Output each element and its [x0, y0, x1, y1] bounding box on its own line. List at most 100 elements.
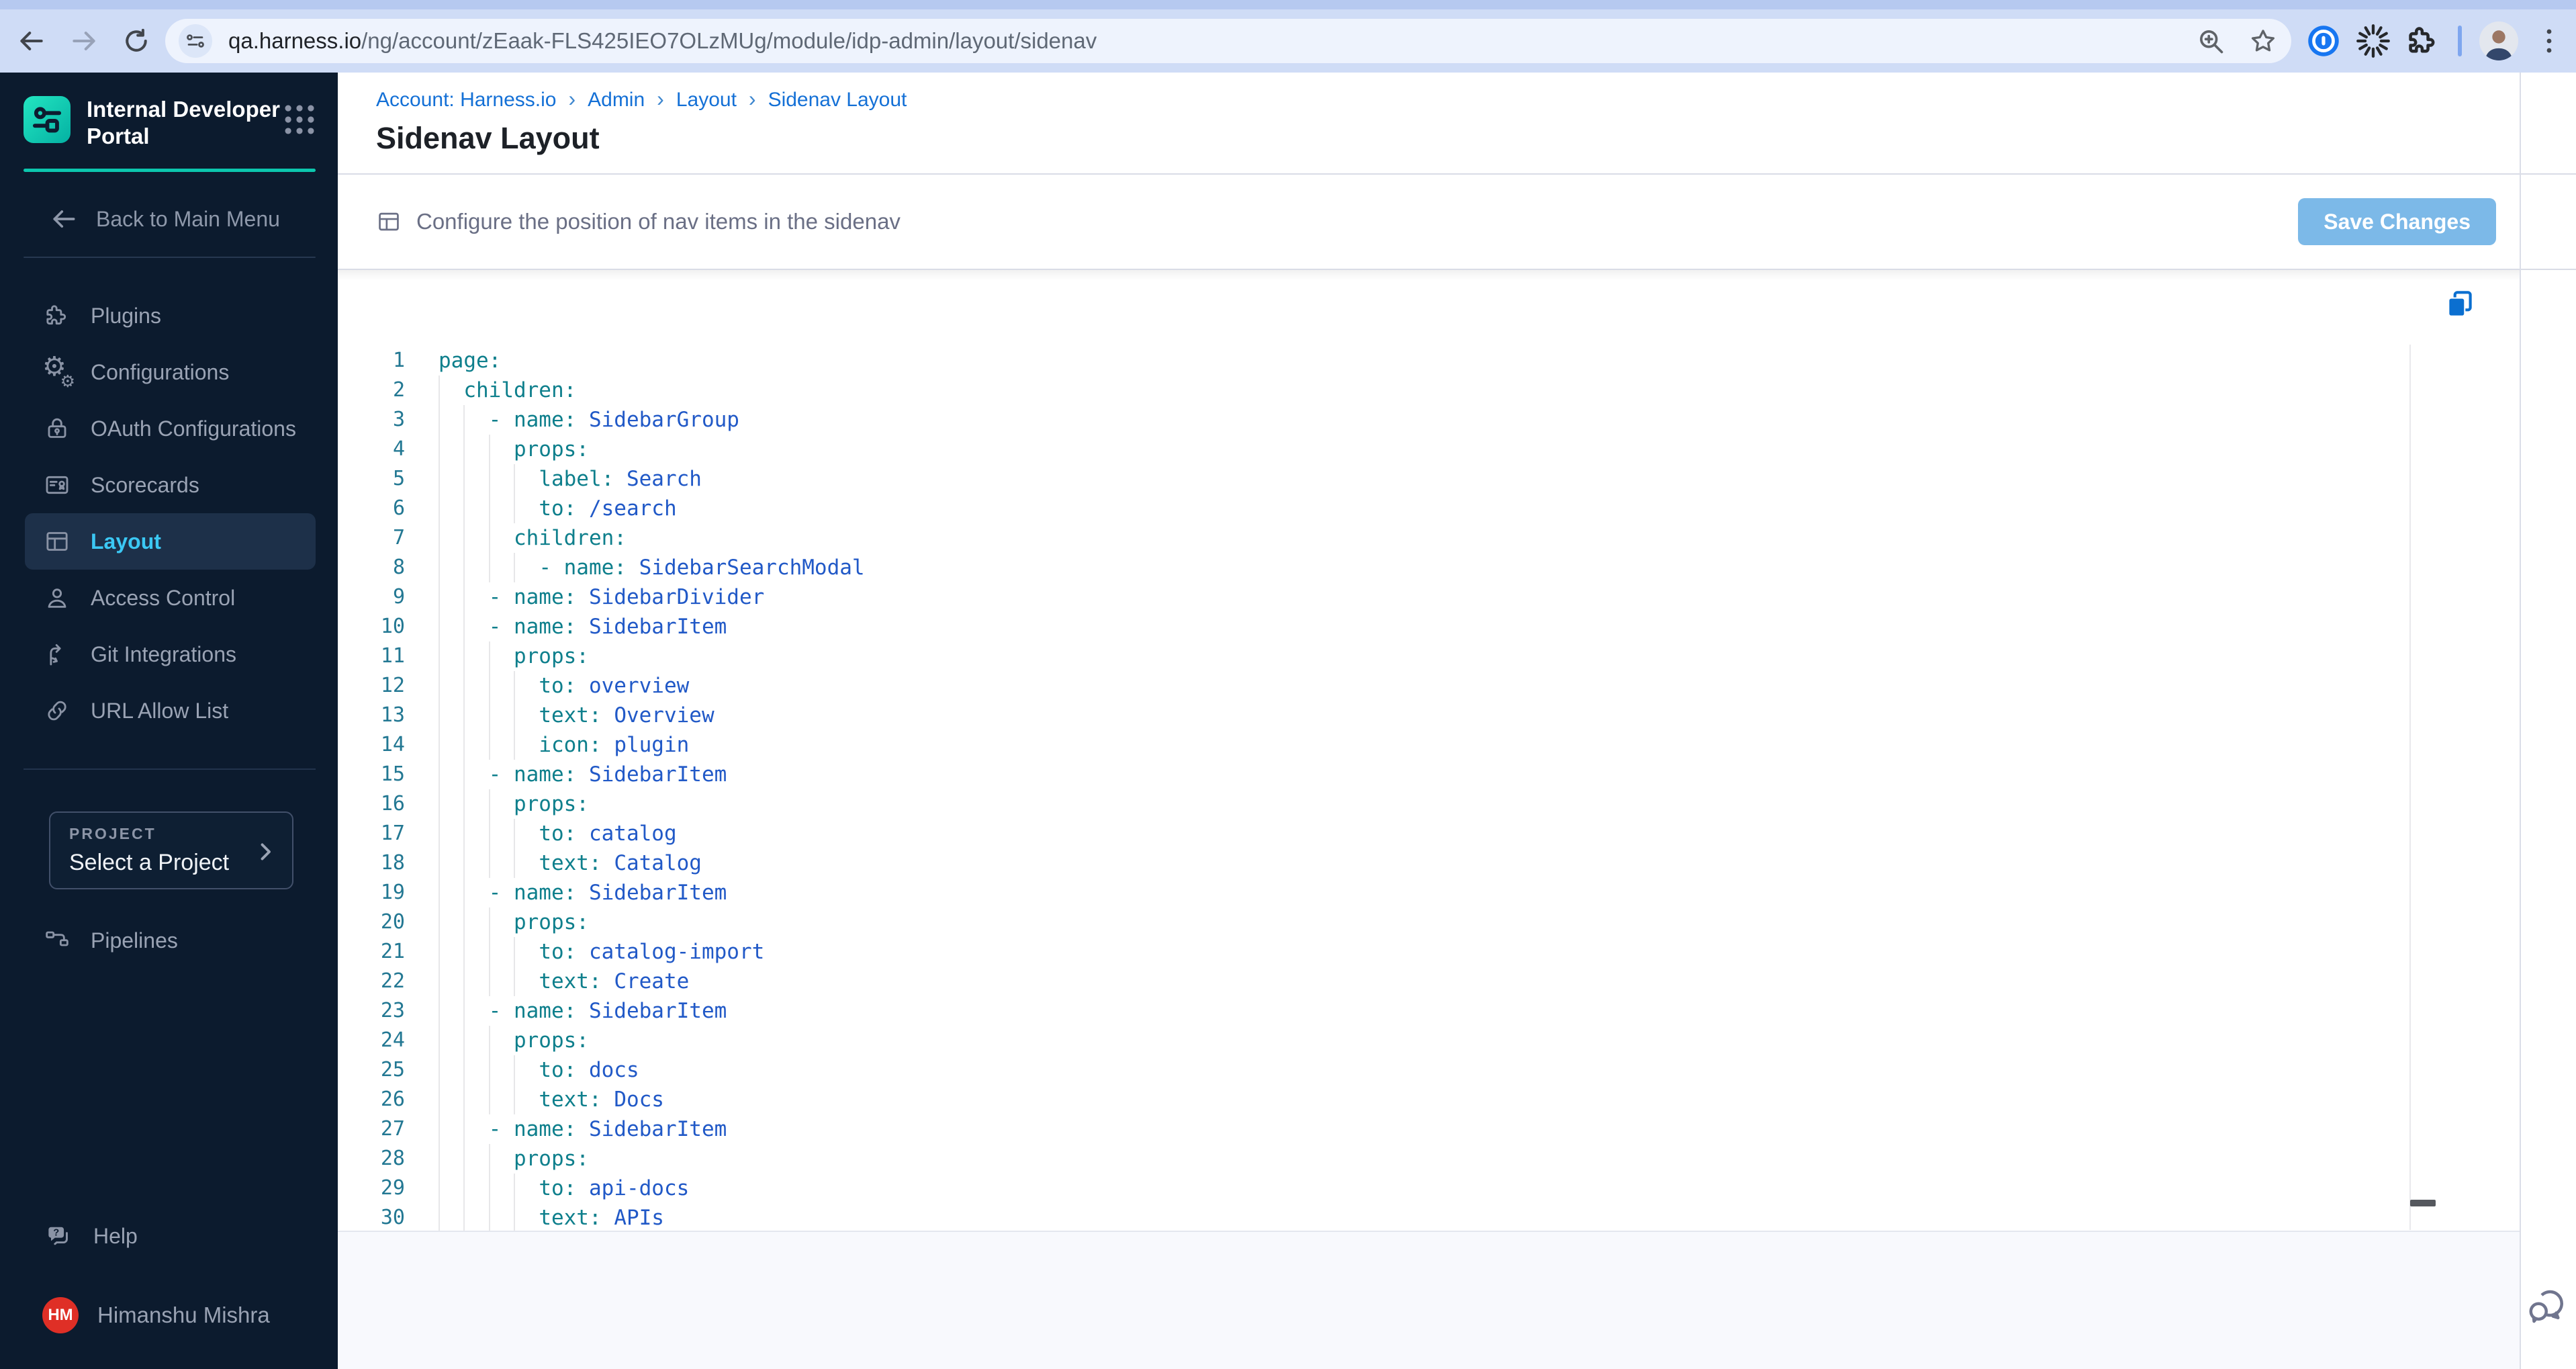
browser-forward-button[interactable] [60, 17, 107, 64]
line-number: 8 [392, 556, 405, 579]
loading-extension-icon[interactable] [2356, 24, 2391, 58]
indent-guide [488, 1055, 490, 1085]
url-bar[interactable]: qa.harness.io/ng/account/zEaak-FLS425IEO… [165, 19, 2291, 63]
copy-icon[interactable] [2443, 288, 2477, 321]
line-number: 24 [380, 1028, 405, 1052]
code-row: 24 props: [338, 1026, 2576, 1055]
help-label: Help [93, 1223, 138, 1248]
indent-guide [463, 1114, 465, 1144]
indent-guide [439, 1114, 440, 1144]
sidebar-item-access-control[interactable]: Access Control [25, 570, 316, 626]
help-button[interactable]: ? Help [44, 1216, 338, 1256]
sidebar-item-pipelines[interactable]: Pipelines [44, 920, 338, 961]
line-number: 28 [380, 1147, 405, 1170]
sidebar-item-label: Plugins [91, 303, 161, 328]
code-row: 13 text: Overview [338, 701, 2576, 730]
chevron-right-icon [253, 840, 277, 864]
app-grid-icon[interactable] [280, 100, 319, 139]
indent-guide [463, 494, 465, 523]
indent-guide [513, 1203, 515, 1231]
bookmark-star-icon[interactable] [2248, 26, 2278, 56]
sidebar-item-url-allow-list[interactable]: URL Allow List [25, 682, 316, 739]
browser-profile-avatar[interactable] [2479, 21, 2518, 60]
line-number: 9 [392, 585, 405, 609]
indent-guide [439, 1144, 440, 1174]
breadcrumb-separator: › [657, 86, 664, 111]
indent-guide [513, 494, 515, 523]
browser-back-button[interactable] [8, 17, 55, 64]
code-row: 18 text: Catalog [338, 848, 2576, 878]
profile-photo-icon [2479, 21, 2518, 60]
browser-menu-icon[interactable] [2533, 25, 2565, 57]
breadcrumb-item[interactable]: Account: Harness.io [376, 89, 556, 112]
indent-guide [463, 789, 465, 819]
indent-guide [488, 1203, 490, 1231]
sidebar-item-label: Layout [91, 529, 161, 554]
indent-guide [513, 1055, 515, 1085]
save-changes-button[interactable]: Save Changes [2298, 198, 2496, 245]
line-number: 30 [380, 1206, 405, 1229]
breadcrumb-item[interactable]: Layout [676, 89, 737, 112]
indent-guide [439, 878, 440, 908]
indent-guide [439, 908, 440, 937]
breadcrumb-item[interactable]: Sidenav Layout [768, 89, 907, 112]
indent-guide [488, 553, 490, 582]
line-number: 14 [380, 733, 405, 756]
code-row: 12 to: overview [338, 671, 2576, 701]
indent-guide [488, 908, 490, 937]
line-number: 7 [392, 526, 405, 549]
code-row: 8 - name: SidebarSearchModal [338, 553, 2576, 582]
back-to-main-menu[interactable]: Back to Main Menu [49, 199, 338, 239]
config-bar: Configure the position of nav items in t… [338, 175, 2576, 270]
code-row: 5 label: Search [338, 464, 2576, 494]
indent-guide [463, 523, 465, 553]
sidebar-item-configurations[interactable]: ⚙ ⚙ Configurations [25, 344, 316, 400]
code-area: 1 page: 2 children: 3 - name: SidebarGroup 4… [338, 270, 2576, 1231]
browser-reload-button[interactable] [113, 17, 160, 64]
onepassword-extension-icon[interactable] [2306, 24, 2341, 58]
indent-guide [439, 1203, 440, 1231]
sidebar-item-scorecards[interactable]: Scorecards [25, 457, 316, 513]
indent-guide [439, 464, 440, 494]
config-description-text: Configure the position of nav items in t… [416, 209, 901, 234]
sidebar-item-layout[interactable]: Layout [25, 513, 316, 570]
indent-guide [513, 701, 515, 730]
sidebar-item-label: OAuth Configurations [91, 416, 296, 441]
indent-guide [439, 996, 440, 1026]
line-number: 18 [380, 851, 405, 875]
user-profile[interactable]: HM Himanshu Mishra [42, 1295, 338, 1335]
line-number: 3 [392, 408, 405, 431]
indent-guide [488, 642, 490, 671]
indent-guide [488, 671, 490, 701]
line-number: 22 [380, 969, 405, 993]
indent-guide [463, 760, 465, 789]
sidebar-item-git-integrations[interactable]: Git Integrations [25, 626, 316, 682]
line-number: 29 [380, 1176, 405, 1200]
line-number: 5 [392, 467, 405, 490]
project-selector[interactable]: PROJECT Select a Project [49, 811, 293, 889]
yaml-editor[interactable]: 1 page: 2 children: 3 - name: SidebarGroup 4… [338, 270, 2576, 1231]
indent-guide [439, 435, 440, 464]
forward-icon [69, 26, 99, 56]
indent-guide [488, 967, 490, 996]
sidebar-item-plugins[interactable]: Plugins [25, 288, 316, 344]
indent-guide [488, 464, 490, 494]
url-domain: qa.harness.io [228, 28, 362, 53]
gears-icon: ⚙ ⚙ [42, 351, 75, 391]
code-row: 20 props: [338, 908, 2576, 937]
indent-guide [439, 1085, 440, 1114]
extensions-puzzle-icon[interactable] [2405, 24, 2440, 58]
editor-scrollbar-thumb[interactable] [2410, 1200, 2436, 1206]
url-text: qa.harness.io/ng/account/zEaak-FLS425IEO… [228, 28, 2173, 54]
chat-launcher-icon[interactable] [2526, 1286, 2567, 1326]
sidebar-item-oauth-configurations[interactable]: OAuth Configurations [25, 400, 316, 457]
site-settings-button[interactable] [179, 24, 212, 58]
code-row: 6 to: /search [338, 494, 2576, 523]
code-row: 2 children: [338, 376, 2576, 405]
zoom-icon[interactable] [2196, 26, 2225, 56]
breadcrumb-item[interactable]: Admin [588, 89, 645, 112]
code-row: 23 - name: SidebarItem [338, 996, 2576, 1026]
line-number: 25 [380, 1058, 405, 1081]
indent-guide [463, 642, 465, 671]
svg-text:?: ? [53, 1228, 59, 1239]
